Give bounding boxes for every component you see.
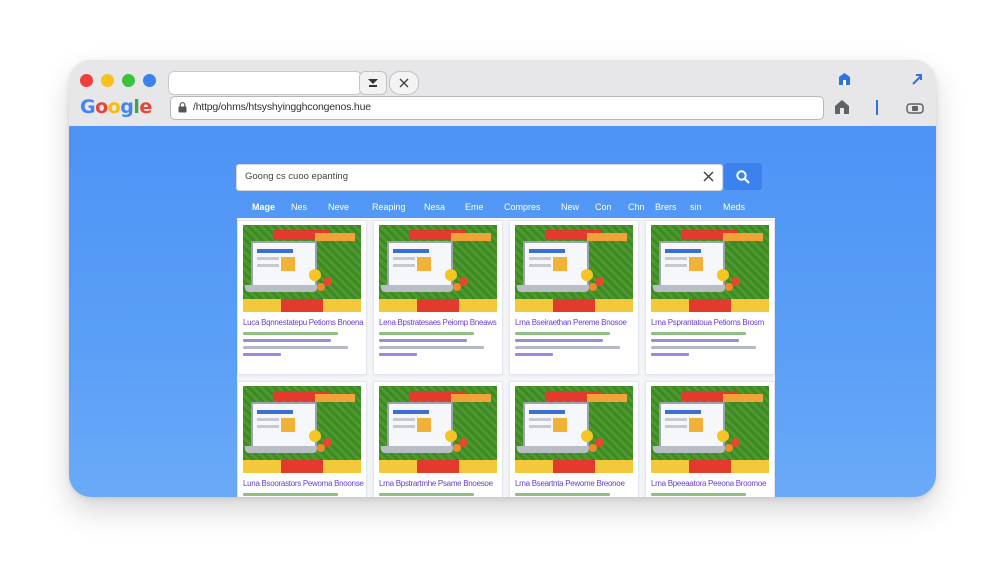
result-thumbnail [651,386,769,473]
result-snippet-line [243,353,281,356]
tab-close-button[interactable] [389,71,419,95]
search-tabs: Mage Nes Neve Reaping Nesa Eme Compres N… [236,202,766,216]
camera-button[interactable] [904,100,926,116]
result-title[interactable]: Lrna Bseiraethan Pereme Bnosoe [515,318,627,327]
tab-13[interactable]: Meds [723,202,745,212]
tab-6[interactable]: Eme [465,202,484,212]
address-bar[interactable]: /httpg/ohms/htsyshyingghcongenos.hue [170,96,824,120]
result-card[interactable]: Lrna Bpeeaatora Peeona Broomoe [645,381,775,497]
search-query: Goong cs cuoo epanting [245,171,348,182]
download-icon [368,79,378,87]
search-results-page: Goong cs cuoo epanting Mage Nes Neve Rea… [69,126,936,497]
result-snippet-line [515,346,620,349]
browser-window: Google /httpg/ohms/htsyshyingghcongenos.… [69,60,936,497]
browser-tab[interactable] [168,71,362,95]
result-card[interactable]: Lrna Bpstrartmhe Psame Bnoesoe [373,381,503,497]
result-snippet-line [515,493,610,496]
browser-chrome: Google /httpg/ohms/htsyshyingghcongenos.… [69,60,936,126]
camera-icon [906,103,924,114]
google-logo: Google [80,96,152,118]
result-snippet-line [243,493,338,496]
result-thumbnail [515,225,633,312]
result-snippet-line [651,493,746,496]
result-title[interactable]: Luca Bqnnestatepu Petioms Bnoena [243,318,364,327]
url-text: /httpg/ohms/htsyshyingghcongenos.hue [193,101,371,113]
result-thumbnail [243,386,361,473]
share-icon [912,74,922,85]
close-icon [399,78,409,88]
result-title[interactable]: Lrna Bpeeaatora Peeona Broomoe [651,479,766,488]
result-snippet-line [379,346,484,349]
result-thumbnail [515,386,633,473]
result-snippet-line [515,339,603,342]
extension-button[interactable] [836,71,852,87]
tab-10[interactable]: Chn [628,202,645,212]
result-snippet-line [379,332,474,335]
result-card[interactable]: Luna Bsoorastors Pewoma Bnoonse [237,381,367,497]
tab-4[interactable]: Reaping [372,202,406,212]
result-card[interactable]: Lrna Psprantatoua Petioms Brosm [645,220,775,375]
result-card[interactable]: Luca Bqnnestatepu Petioms Bnoena [237,220,367,375]
toolbar-divider [874,97,880,117]
result-title[interactable]: Lrna Bseartnta Pewome Breonoe [515,479,625,488]
result-thumbnail [651,225,769,312]
search-input[interactable]: Goong cs cuoo epanting [236,164,723,191]
tab-12[interactable]: sin [690,202,702,212]
result-snippet-line [651,332,746,335]
result-thumbnail [379,225,497,312]
result-snippet-line [379,353,417,356]
home-icon [835,100,849,114]
result-card[interactable]: Lena Bpstratesaes Peiomp Bneaws [373,220,503,375]
result-snippet-line [515,332,610,335]
tab-7[interactable]: Compres [504,202,541,212]
tab-3[interactable]: Neve [328,202,349,212]
result-snippet-line [243,346,348,349]
result-snippet-line [515,353,553,356]
result-title[interactable]: Luna Bsoorastors Pewoma Bnoonse [243,479,364,488]
result-snippet-line [651,353,689,356]
tab-images[interactable]: Mage [252,202,275,212]
home-button[interactable] [832,97,852,117]
download-button[interactable] [359,71,387,95]
window-maximize-button[interactable] [122,74,135,87]
result-snippet-line [379,339,467,342]
result-card[interactable]: Lrna Bseiraethan Pereme Bnosoe [509,220,639,375]
search-button[interactable] [724,163,762,190]
tab-5[interactable]: Nesa [424,202,445,212]
result-snippet-line [379,493,474,496]
tab-2[interactable]: Nes [291,202,307,212]
results-grid: Luca Bqnnestatepu Petioms Bnoena Lena Bp… [237,218,775,497]
result-snippet-line [243,332,338,335]
tab-11[interactable]: Brers [655,202,677,212]
tab-9[interactable]: Con [595,202,612,212]
result-snippet-line [651,346,756,349]
result-card[interactable]: Lrna Bseartnta Pewome Breonoe [509,381,639,497]
result-thumbnail [379,386,497,473]
result-thumbnail [243,225,361,312]
result-snippet-line [651,339,739,342]
search-icon [736,169,750,184]
result-snippet-line [243,339,331,342]
clear-search-button[interactable] [703,168,714,185]
result-title[interactable]: Lrna Bpstrartmhe Psame Bnoesoe [379,479,493,488]
lock-icon [178,102,187,113]
share-button[interactable] [909,71,925,87]
result-title[interactable]: Lrna Psprantatoua Petioms Brosm [651,318,764,327]
window-minimize-button[interactable] [101,74,114,87]
tab-8[interactable]: New [561,202,579,212]
window-extra-button[interactable] [143,74,156,87]
close-icon [703,171,714,182]
extension-icon [838,73,850,85]
window-close-button[interactable] [80,74,93,87]
result-title[interactable]: Lena Bpstratesaes Peiomp Bneaws [379,318,497,327]
